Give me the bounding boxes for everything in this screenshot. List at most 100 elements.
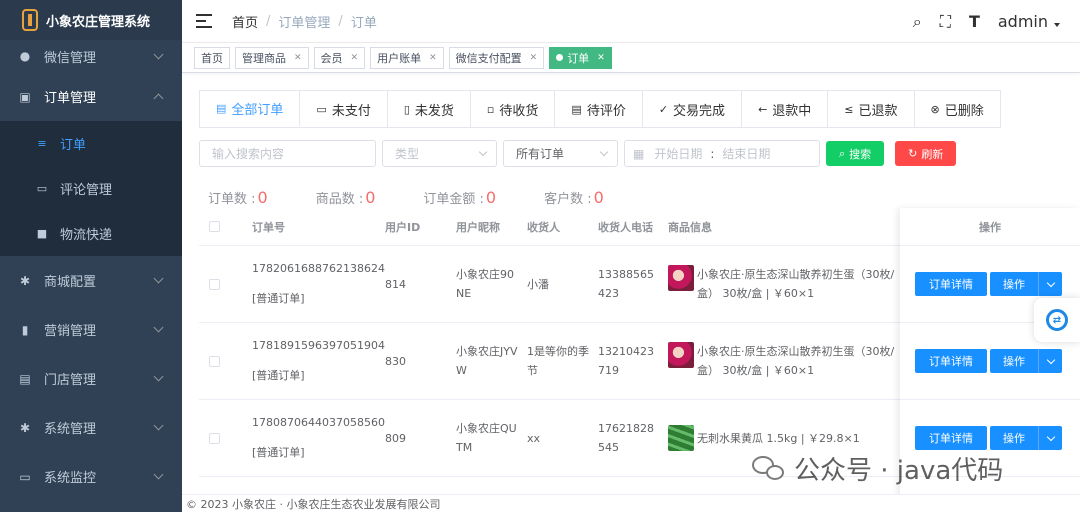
tab-deleted[interactable]: ⊗ 已删除 [915,91,1000,127]
product-image [668,342,694,368]
sidebar-item-label: 系统管理 [44,422,97,437]
sidebar-item-order-management[interactable]: ▣ 订单管理 [0,72,182,121]
search-icon[interactable]: ⌕ [913,12,922,32]
select-all-checkbox[interactable] [209,221,220,232]
header-order-no: 订单号 [252,220,285,234]
operation-button[interactable]: 操作 [990,272,1038,296]
sidebar-item-wechat[interactable]: ● 微信管理 [0,40,182,72]
order-no: 1780870644037058560 [252,416,385,429]
tab-to-review[interactable]: ▤ 待评价 [555,91,643,127]
header-nickname: 用户昵称 [456,220,500,234]
tab-unshipped[interactable]: ▯ 未发货 [388,91,471,127]
tab-unpaid[interactable]: ▭ 未支付 [300,91,388,127]
sidebar-item-marketing[interactable]: ▮ 营销管理 [0,305,182,354]
order-detail-button[interactable]: 订单详情 [915,426,987,450]
search-button[interactable]: ⌕ 搜索 [826,141,885,166]
row-checkbox[interactable] [209,278,220,290]
order-scope-select[interactable]: 所有订单 [503,140,618,167]
sidebar-item-label: 订单管理 [44,91,97,106]
tab-all-orders[interactable]: ▤ 全部订单 [200,91,301,127]
breadcrumb: 首页 / 订单管理 / 订单 [232,12,377,31]
tab-label: 待评价 [586,103,626,119]
sidebar-item-store[interactable]: ▤ 门店管理 [0,354,182,403]
chevron-down-icon [153,420,164,431]
refresh-icon: ↻ [908,147,918,160]
chevron-down-icon [153,49,164,60]
type-select[interactable]: 类型 [382,140,497,167]
search-input[interactable]: 输入搜索内容 [199,140,376,167]
tab-refunded[interactable]: ≤ 已退款 [828,91,915,127]
app-logo[interactable]: 小象农庄管理系统 [0,0,182,40]
tag-label: 用户账单 [377,51,422,65]
tab-label: 待收货 [499,103,539,119]
tag-wechat-pay[interactable]: 微信支付配置 ✕ [448,46,545,69]
user-nickname: 小象农庄QUTM [456,422,517,454]
stat-value: 0 [257,188,268,207]
tag-label: 会员 [320,51,343,65]
sidebar-item-order[interactable]: ≡ 订单 [0,121,182,166]
row-checkbox[interactable] [209,432,220,444]
button-label: 操作 [1003,355,1025,368]
store-icon: ▤ [19,371,31,386]
tab-refunding[interactable]: ← 退款中 [742,91,829,127]
tag-user-bill[interactable]: 用户账单 ✕ [370,46,444,69]
type-placeholder: 类型 [395,147,420,161]
search-placeholder: 输入搜索内容 [212,147,285,161]
close-icon[interactable]: ✕ [351,53,359,63]
header-actions: ⌕ ⛶ T admin [895,0,1060,43]
close-icon[interactable]: ✕ [429,53,437,63]
tag-order[interactable]: 订单 ✕ [549,46,612,69]
refresh-button[interactable]: ↻ 刷新 [895,141,957,166]
sidebar-item-mall-config[interactable]: ✱ 商城配置 [0,256,182,305]
order-detail-button[interactable]: 订单详情 [915,349,987,373]
tab-to-receive[interactable]: ▫ 待收货 [471,91,556,127]
close-icon[interactable]: ✕ [530,53,538,63]
order-detail-button[interactable]: 订单详情 [915,272,987,296]
chart-icon: ▮ [21,322,29,337]
font-size-icon[interactable]: T [969,12,980,31]
chevron-down-icon[interactable] [1038,272,1062,296]
end-date-placeholder: 结束日期 [722,147,771,161]
chevron-down-icon [153,469,164,480]
sidebar-item-monitor[interactable]: ▭ 系统监控 [0,452,182,501]
operation-button[interactable]: 操作 [990,349,1038,373]
row-checkbox[interactable] [209,355,220,367]
truck-icon: ▫ [486,102,495,116]
tag-home[interactable]: 首页 [194,46,230,69]
chevron-down-icon[interactable] [1038,349,1062,373]
header-goods: 商品信息 [668,220,712,234]
operation-dropdown: 操作 [990,272,1062,296]
fullscreen-icon[interactable]: ⛶ [940,12,951,32]
user-menu[interactable]: admin [998,12,1060,31]
stat-order-count: 订单数 :0 [208,188,268,207]
stat-value: 0 [593,188,604,207]
breadcrumb-order-management[interactable]: 订单管理 [278,12,330,31]
tag-products[interactable]: 管理商品 ✕ [235,46,309,69]
close-icon[interactable]: ✕ [294,53,302,63]
sidebar-item-system[interactable]: ✱ 系统管理 [0,403,182,452]
button-label: 订单详情 [929,432,973,445]
check-circle-icon: ✓ [658,102,669,116]
sidebar: 小象农庄管理系统 ● 微信管理 ▣ 订单管理 ≡ 订单 ▭ 评论管理 ■ 物流快… [0,0,182,512]
tab-label: 已退款 [858,103,898,119]
breadcrumb-home[interactable]: 首页 [232,12,258,31]
tag-members[interactable]: 会员 ✕ [313,46,366,69]
tag-label: 管理商品 [242,51,286,65]
operation-dropdown: 操作 [990,426,1062,450]
arrow-left-icon: ← [758,102,768,116]
button-label: 操作 [1003,278,1025,291]
product-image [668,265,694,291]
chevron-down-icon[interactable] [1038,426,1062,450]
truck-icon: ■ [36,227,48,240]
floating-assistant-button[interactable]: ⇄ [1034,298,1080,342]
stat-label: 订单金额 : [423,192,484,207]
sidebar-item-logistics[interactable]: ■ 物流快递 [0,211,182,256]
comment-icon: ▭ [36,182,48,195]
hamburger-icon[interactable] [196,14,212,28]
goods-info: 小象农庄·原生态深山散养初生蛋（30枚/盒） 30枚/盒 | ￥60×1 [668,342,898,380]
tab-completed[interactable]: ✓ 交易完成 [643,91,743,127]
operation-button[interactable]: 操作 [990,426,1038,450]
date-range-picker[interactable]: ▦ 开始日期 : 结束日期 [624,140,820,167]
sidebar-item-comments[interactable]: ▭ 评论管理 [0,166,182,211]
close-icon[interactable]: ✕ [597,53,605,63]
